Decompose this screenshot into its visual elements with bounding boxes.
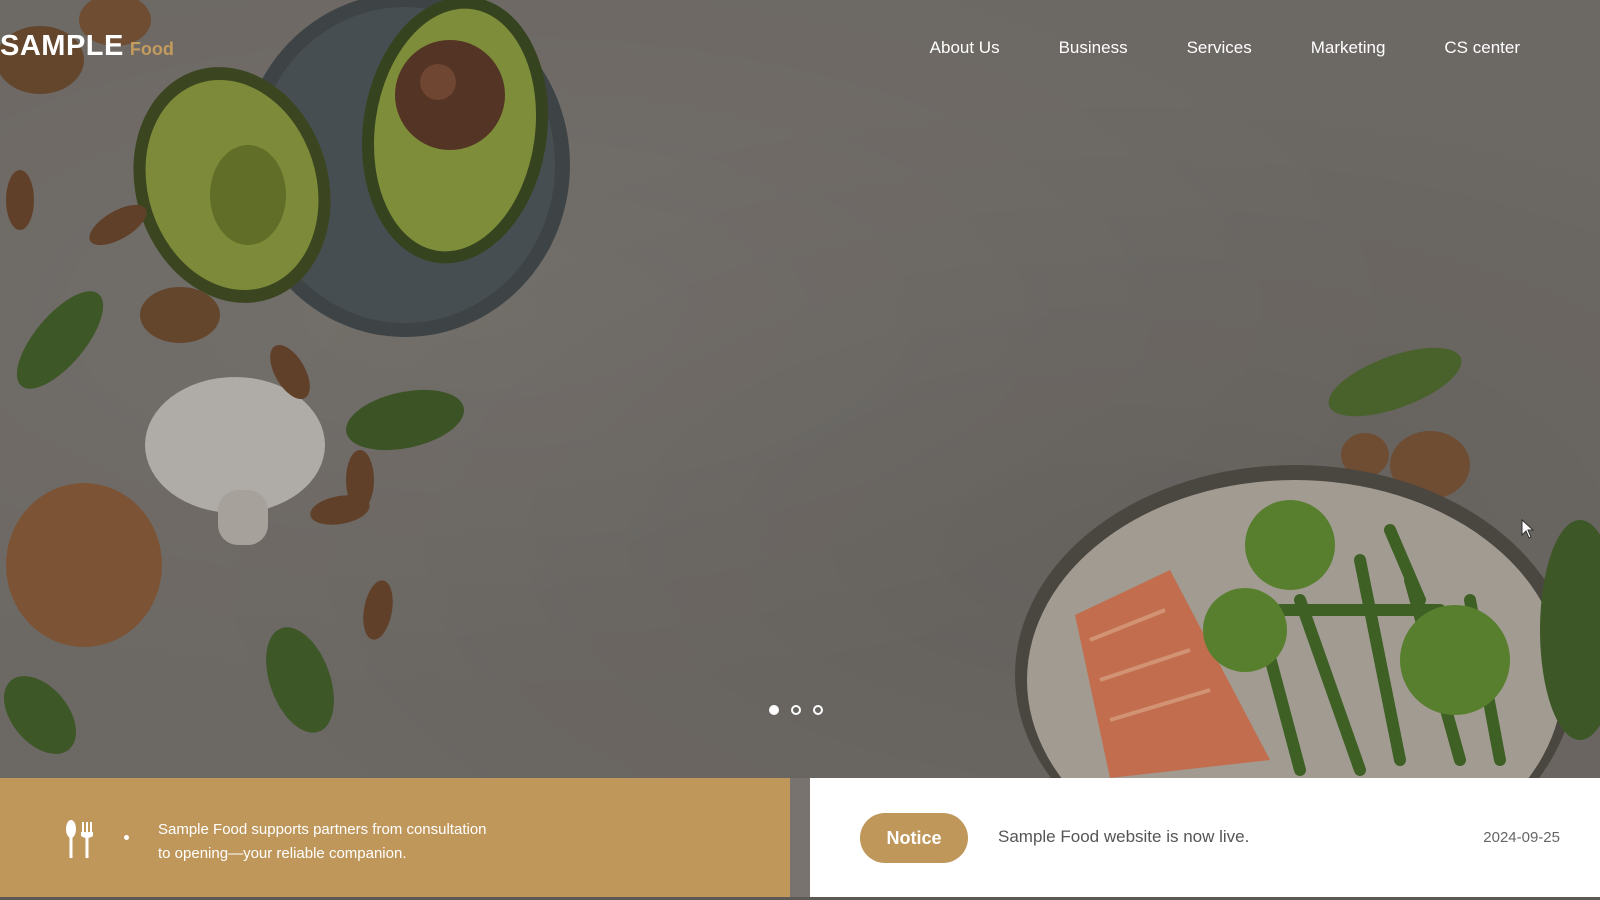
slider-dot-3[interactable] bbox=[813, 705, 823, 715]
intro-line-1: Sample Food supports partners from consu… bbox=[158, 821, 487, 838]
nav-marketing[interactable]: Marketing bbox=[1311, 38, 1386, 58]
slider-pagination bbox=[769, 705, 823, 715]
nav-cs-center[interactable]: CS center bbox=[1444, 38, 1520, 58]
logo-sub-text: Food bbox=[129, 39, 174, 59]
notice-badge[interactable]: Notice bbox=[860, 813, 968, 863]
utensils-icon bbox=[66, 820, 93, 858]
slider-dot-2[interactable] bbox=[791, 705, 801, 715]
slider-dot-1[interactable] bbox=[769, 705, 779, 715]
hero-food-image bbox=[0, 0, 1600, 778]
intro-panel: Sample Food supports partners from consu… bbox=[0, 778, 790, 900]
hero-banner: SAMPLE Food About Us Business Services Ma… bbox=[0, 0, 1600, 778]
mouse-cursor-icon bbox=[1521, 519, 1535, 539]
panel-gap bbox=[790, 778, 810, 900]
logo-main-text: SAMPLE bbox=[0, 30, 124, 62]
intro-text: Sample Food supports partners from consu… bbox=[158, 818, 578, 866]
nav-services[interactable]: Services bbox=[1187, 38, 1252, 58]
nav-about-us[interactable]: About Us bbox=[930, 38, 1000, 58]
notice-text[interactable]: Sample Food website is now live. bbox=[998, 827, 1249, 847]
intro-line-2: to opening—your reliable companion. bbox=[158, 845, 407, 862]
nav-business[interactable]: Business bbox=[1059, 38, 1128, 58]
bullet-dot bbox=[124, 835, 129, 840]
brand-logo[interactable]: SAMPLE Food bbox=[0, 30, 174, 63]
main-nav: About Us Business Services Marketing CS … bbox=[930, 38, 1520, 58]
notice-panel: Notice Sample Food website is now live. … bbox=[810, 778, 1600, 900]
notice-date: 2024-09-25 bbox=[1483, 829, 1560, 846]
